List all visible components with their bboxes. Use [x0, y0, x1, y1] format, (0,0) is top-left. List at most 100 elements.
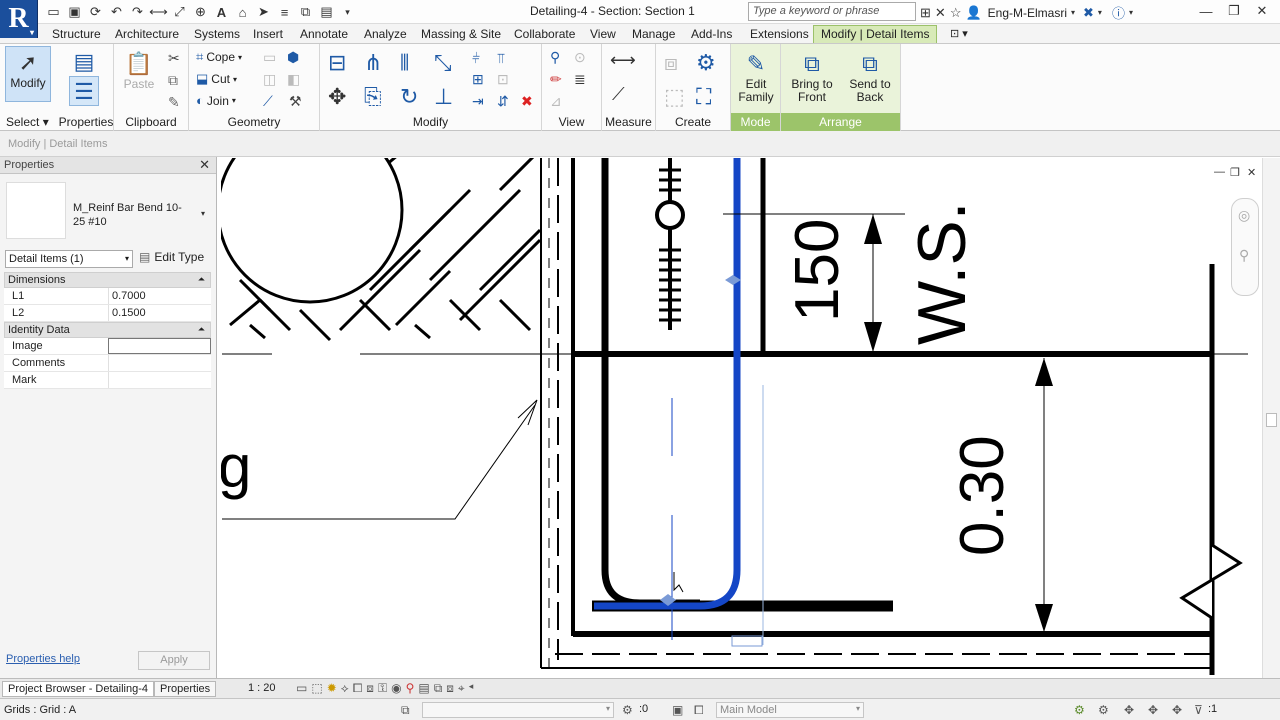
select-panel-label[interactable]: Select ▾	[6, 115, 61, 129]
analytical-model-icon[interactable]: ⧉	[434, 681, 443, 696]
create-parts-icon[interactable]: ⚙	[696, 50, 716, 76]
scroll-thumb[interactable]	[1266, 413, 1277, 427]
comments-value-field[interactable]	[108, 355, 211, 371]
filter-icon[interactable]: ⊽	[1194, 703, 1203, 717]
send-to-back-button[interactable]: ⧉ Send to Back	[845, 48, 895, 104]
reveal-constraints-icon[interactable]: ⌖	[458, 681, 465, 696]
scroll-left-icon[interactable]: ◂	[469, 681, 474, 696]
temp-hide-icon[interactable]: ◉	[391, 681, 401, 696]
wall-joins-icon[interactable]: ▭	[263, 49, 276, 66]
design-options-icon[interactable]: ▣	[672, 703, 683, 717]
view-close-icon[interactable]: ✕	[1247, 166, 1256, 179]
highlight-displacement-icon[interactable]: ⧈	[446, 681, 454, 696]
exchange-icon[interactable]: ✖	[1083, 5, 1094, 21]
create-assembly-icon[interactable]: ⧈	[664, 50, 678, 76]
identity-data-group[interactable]: Identity Data ⏶	[4, 322, 211, 338]
filters-icon[interactable]: ≣	[574, 71, 586, 88]
show-crop-icon[interactable]: ⧈	[366, 681, 374, 696]
tab-annotate[interactable]: Annotate	[300, 27, 348, 41]
restore-icon[interactable]: ❐	[1220, 1, 1248, 21]
binoculars-icon[interactable]: ⊞	[920, 5, 931, 21]
zoom-icon[interactable]: ⚲	[1239, 247, 1249, 264]
modify-button[interactable]: ➚ Modify	[5, 46, 51, 102]
switch-windows-icon[interactable]: ▤	[317, 3, 336, 21]
select-by-face-icon[interactable]: ✥	[1148, 703, 1158, 717]
split-icon[interactable]: ⫩	[472, 50, 480, 67]
sun-path-icon[interactable]: ✹	[327, 681, 337, 696]
project-browser-tab[interactable]: Project Browser - Detailing-4	[2, 681, 154, 697]
mirror-axis-icon[interactable]: ⫴	[400, 50, 409, 76]
trim-multiple-icon[interactable]: ⇥	[472, 93, 484, 110]
paint-icon[interactable]: ◫	[263, 71, 276, 88]
help-icon[interactable]: ⓘ	[1112, 3, 1125, 22]
l1-value-field[interactable]: 0.7000	[108, 288, 211, 304]
cut-button[interactable]: ⬓ Cut ▾	[196, 71, 237, 87]
model-select[interactable]: Main Model ▾	[716, 702, 864, 718]
create-group-icon[interactable]: ⬚	[664, 84, 685, 110]
search-input[interactable]: Type a keyword or phrase	[748, 2, 916, 21]
tab-structure[interactable]: Structure	[52, 27, 101, 41]
tab-systems[interactable]: Systems	[194, 27, 240, 41]
user-name[interactable]: Eng-M-Elmasri	[988, 6, 1067, 20]
chevron-down-icon[interactable]: ▾	[1129, 8, 1133, 17]
split-gap-icon[interactable]: ⫪	[497, 50, 505, 67]
app-logo[interactable]: R ▾	[0, 0, 38, 38]
scissors-icon[interactable]: ✂	[168, 50, 180, 67]
select-links-icon[interactable]: ⚙	[1074, 703, 1085, 717]
minimize-icon[interactable]: —	[1192, 1, 1220, 21]
cope-button[interactable]: ⌗ Cope ▾	[196, 49, 242, 65]
demolish-icon[interactable]: ⚒	[289, 93, 302, 110]
save-icon[interactable]: ▣	[65, 3, 84, 21]
view-minimize-icon[interactable]: —	[1214, 166, 1225, 178]
exclude-options-icon[interactable]: ⧠	[694, 703, 704, 718]
navigation-bar[interactable]: ◎ ⚲	[1231, 198, 1259, 296]
chevron-down-icon[interactable]: ▾	[201, 209, 205, 218]
remove-paint-icon[interactable]: ◧	[287, 71, 300, 88]
mirror-draw-icon[interactable]: ⤡	[434, 50, 452, 76]
select-underlay-icon[interactable]: ⚙	[1098, 703, 1109, 717]
vertical-scrollbar[interactable]	[1262, 158, 1280, 678]
chevron-down-icon[interactable]: ▾	[1071, 8, 1075, 17]
section-icon[interactable]: ➤	[254, 3, 273, 21]
workset-select[interactable]: ▾	[422, 702, 614, 718]
edit-type-button[interactable]: ▤ Edit Type	[139, 250, 204, 264]
select-box-icon[interactable]: ⊿	[550, 93, 562, 110]
unpin-icon[interactable]: ⇵	[497, 93, 509, 110]
open-icon[interactable]: ▭	[44, 3, 63, 21]
tab-add-ins[interactable]: Add-Ins	[691, 27, 732, 41]
properties-tab[interactable]: Properties	[154, 681, 217, 697]
3d-view-icon[interactable]: ⌂	[233, 3, 252, 21]
detail-level-icon[interactable]: ▭	[296, 681, 307, 696]
visual-style-icon[interactable]: ⬚	[311, 681, 322, 696]
mark-value-field[interactable]	[108, 372, 211, 388]
tab-analyze[interactable]: Analyze	[364, 27, 407, 41]
lock-3d-icon[interactable]: ⚿	[378, 681, 387, 696]
temp-dimension[interactable]	[731, 635, 763, 647]
view-scale[interactable]: 1 : 20	[248, 682, 276, 694]
reveal-hidden-icon[interactable]: ⚲	[406, 681, 415, 696]
thin-lines-icon[interactable]: ≡	[275, 3, 294, 21]
offset-icon[interactable]: ⋔	[364, 50, 382, 76]
chevron-down-icon[interactable]: ▾	[1098, 8, 1102, 17]
tab-collaborate[interactable]: Collaborate	[514, 27, 575, 41]
crop-view-icon[interactable]: ⧠	[353, 681, 363, 696]
worksets-icon[interactable]: ⧉	[401, 703, 410, 718]
subscription-icon[interactable]: ✕	[935, 5, 946, 21]
view-restore-icon[interactable]: ❐	[1230, 166, 1240, 179]
copy-icon[interactable]: ⧉	[168, 72, 178, 89]
steering-wheel-icon[interactable]: ◎	[1238, 207, 1250, 224]
linework-override-icon[interactable]: ✏	[550, 71, 562, 88]
panel-toggle-icon[interactable]: ⊡ ▾	[950, 27, 968, 40]
tab-architecture[interactable]: Architecture	[115, 27, 179, 41]
hide-element-icon[interactable]: ⚲	[550, 49, 560, 66]
scale-icon[interactable]: ⊡	[497, 71, 509, 88]
close-icon[interactable]: ✕	[1248, 1, 1276, 21]
paste-button[interactable]: 📋 Paste	[120, 48, 158, 91]
temp-view-props-icon[interactable]: ▤	[418, 681, 429, 696]
drawing-canvas[interactable]: g 150 W.S. 0.30	[221, 158, 1262, 678]
create-similar-icon[interactable]: ⛶	[696, 84, 711, 110]
tab-modify-detail-items[interactable]: Modify | Detail Items	[813, 25, 938, 43]
tab-insert[interactable]: Insert	[253, 27, 283, 41]
qat-dropdown-icon[interactable]: ▾	[338, 3, 357, 21]
sync-icon[interactable]: ⟳	[86, 3, 105, 21]
